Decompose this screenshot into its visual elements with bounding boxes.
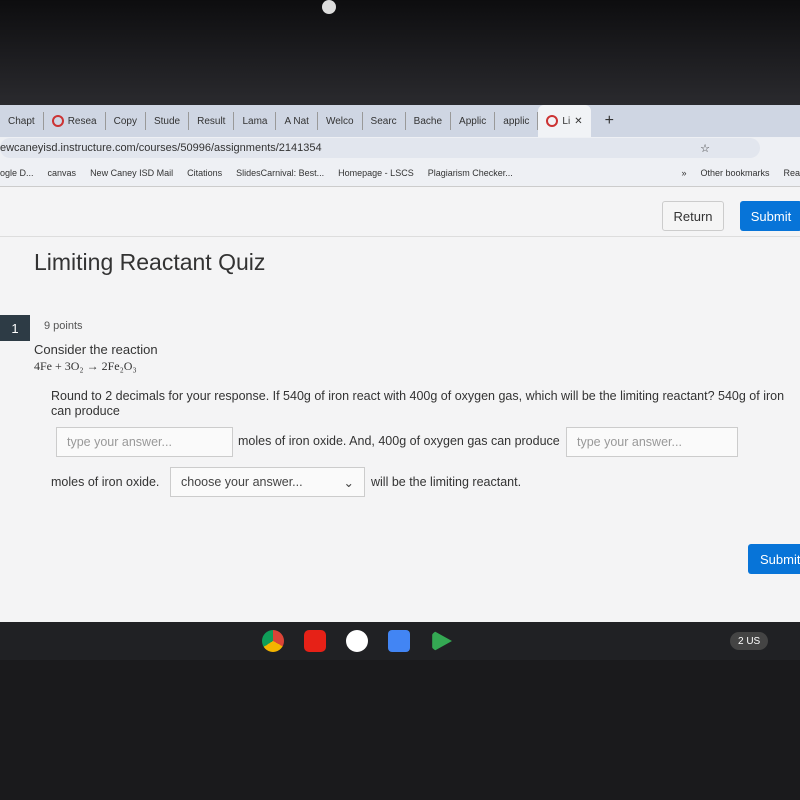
reading-list[interactable]: Rea	[783, 168, 800, 178]
answer-input-2[interactable]: type your answer...	[566, 427, 738, 457]
new-tab-button[interactable]: +	[605, 112, 614, 130]
page-title: Limiting Reactant Quiz	[34, 249, 266, 275]
question-text: will be the limiting reactant.	[371, 475, 522, 489]
screen-bezel	[0, 0, 800, 105]
bookmark[interactable]: SlidesCarnival: Best...	[236, 168, 324, 178]
tab[interactable]: A Nat	[276, 112, 318, 130]
tab[interactable]: Result	[189, 112, 235, 130]
status-tray[interactable]: 2 US	[730, 632, 769, 650]
chevron-down-icon: ⌄	[343, 475, 354, 490]
question-text: moles of iron oxide. And, 400g of oxygen…	[238, 434, 560, 448]
tab-label: Stude	[153, 115, 181, 127]
bookmark[interactable]: Plagiarism Checker...	[428, 168, 513, 178]
tab[interactable]: Copy	[106, 112, 146, 130]
bookmark[interactable]: Homepage - LSCS	[338, 168, 414, 178]
docs-icon[interactable]	[388, 630, 410, 652]
tab[interactable]: applic	[495, 112, 539, 130]
tab-label: Chapt	[8, 115, 35, 127]
other-bookmarks[interactable]: Other bookmarks	[700, 168, 769, 178]
tab-label: Resea	[67, 115, 97, 127]
limiting-reactant-select[interactable]: choose your answer... ⌄	[170, 467, 365, 497]
address-bar: ewcaneyisd.instructure.com/courses/50996…	[0, 137, 800, 159]
bookmark[interactable]: ogle D...	[0, 168, 34, 178]
quiz-header: Return Submit	[0, 187, 800, 237]
tab-label: Welco	[325, 115, 354, 127]
tab-label: Bache	[413, 115, 443, 127]
tab[interactable]: Resea	[44, 112, 106, 130]
tab[interactable]: Applic	[451, 112, 496, 130]
question-prompt: Round to 2 decimals for your response. I…	[51, 389, 785, 418]
tab-label: Applic	[459, 115, 487, 127]
url-input[interactable]: ewcaneyisd.instructure.com/courses/50996…	[0, 138, 760, 158]
tab-label: Lama	[242, 115, 268, 127]
bookmark[interactable]: Citations	[187, 168, 222, 178]
tab-label: A Nat	[284, 115, 309, 127]
tab[interactable]: Bache	[406, 112, 452, 130]
tab[interactable]: Stude	[146, 112, 190, 130]
reaction-equation: 4Fe + 3O₂ → 2Fe₂O₃	[34, 359, 137, 373]
tab-label: Result	[197, 115, 226, 127]
answer-input-1[interactable]: type your answer...	[56, 427, 233, 457]
question-points: 9 points	[44, 320, 83, 332]
tab-label: Searc	[370, 115, 397, 127]
tab[interactable]: Searc	[363, 112, 406, 130]
tab-active[interactable]: Li ✕	[538, 105, 591, 137]
bookmark[interactable]: canvas	[48, 168, 77, 178]
question-intro: Consider the reaction	[34, 342, 158, 357]
star-icon[interactable]: ☆	[700, 142, 710, 155]
canvas-icon	[51, 115, 64, 127]
gmail-icon[interactable]	[346, 630, 368, 652]
select-value: choose your answer...	[181, 475, 303, 489]
return-button[interactable]: Return	[662, 201, 724, 231]
tab[interactable]: Chapt	[0, 112, 44, 130]
canvas-icon	[546, 115, 559, 127]
quiz-page: Return Submit Limiting Reactant Quiz 1 9…	[0, 187, 800, 622]
youtube-icon[interactable]	[304, 630, 326, 652]
tab-label: applic	[503, 115, 530, 127]
bookmarks-bar: ogle D... canvas New Caney ISD Mail Cita…	[0, 159, 800, 187]
tab[interactable]: Welco	[318, 112, 363, 130]
question-text: moles of iron oxide.	[51, 475, 160, 489]
submit-button[interactable]: Submit	[740, 201, 800, 231]
webcam	[322, 0, 336, 14]
bookmark[interactable]: New Caney ISD Mail	[90, 168, 173, 178]
tab-strip: Chapt Resea Copy Stude Result Lama A Nat…	[0, 105, 800, 137]
close-icon[interactable]: ✕	[574, 116, 582, 127]
tab-label: Copy	[113, 115, 137, 127]
url-text: ewcaneyisd.instructure.com/courses/50996…	[0, 142, 322, 154]
tab[interactable]: Lama	[234, 112, 277, 130]
submit-button-bottom[interactable]: Submit	[748, 544, 800, 574]
tab-label: Li	[562, 115, 571, 127]
question-number: 1	[0, 315, 30, 341]
chrome-icon[interactable]	[262, 630, 284, 652]
more-bookmarks-button[interactable]: »	[681, 168, 686, 178]
